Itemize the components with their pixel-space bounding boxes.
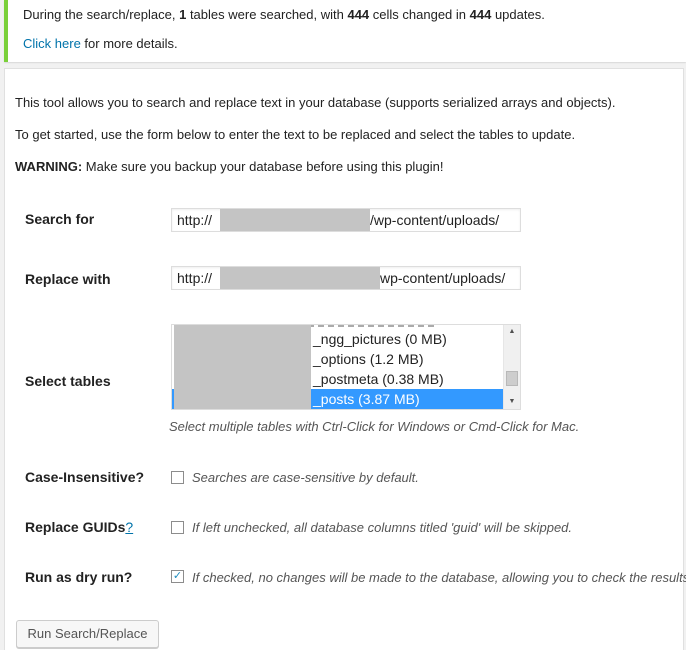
checkmark-icon: ✓ <box>172 570 183 582</box>
dry-run-hint: If checked, no changes will be made to t… <box>192 570 686 585</box>
case-insensitive-label: Case-Insensitive? <box>25 469 145 485</box>
case-insensitive-hint: Searches are case-sensitive by default. <box>192 470 419 485</box>
case-insensitive-checkbox[interactable] <box>171 471 184 484</box>
run-search-replace-button[interactable]: Run Search/Replace <box>16 620 159 648</box>
replace-guids-checkbox[interactable] <box>171 521 184 534</box>
scroll-up-icon[interactable]: ▲ <box>504 325 520 339</box>
tables-select[interactable]: _ngg_pictures (0 MB) _options (1.2 MB) _… <box>171 324 521 410</box>
intro-instructions: To get started, use the form below to en… <box>15 127 576 142</box>
notice-summary: During the search/replace, 1 tables were… <box>23 7 545 22</box>
scroll-down-icon[interactable]: ▼ <box>504 395 520 409</box>
redacted-domain <box>220 267 380 289</box>
scroll-thumb[interactable] <box>506 371 518 386</box>
replace-guids-hint: If left unchecked, all database columns … <box>192 520 573 535</box>
replace-with-label: Replace with <box>25 271 111 287</box>
backup-warning: WARNING: Make sure you backup your datab… <box>15 159 444 174</box>
select-tables-label: Select tables <box>25 373 111 389</box>
select-tables-hint: Select multiple tables with Ctrl-Click f… <box>169 419 580 434</box>
dry-run-checkbox[interactable]: ✓ <box>171 570 184 583</box>
search-for-label: Search for <box>25 211 95 227</box>
details-link[interactable]: Click here <box>23 36 81 51</box>
search-for-input[interactable]: http:// /wp-content/uploads/ <box>171 208 521 232</box>
replace-guids-label: Replace GUIDs? <box>25 519 134 535</box>
dry-run-label: Run as dry run? <box>25 569 133 585</box>
search-replace-panel: This tool allows you to search and repla… <box>4 68 686 650</box>
update-notice: During the search/replace, 1 tables were… <box>4 0 686 62</box>
notice-details: Click here for more details. <box>23 36 178 51</box>
tables-scrollbar[interactable]: ▲ ▼ <box>503 325 520 409</box>
guids-help-link[interactable]: ? <box>125 519 133 535</box>
redacted-domain <box>220 209 370 231</box>
redacted-table-prefix <box>174 325 311 409</box>
replace-with-input[interactable]: http:// wp-content/uploads/ <box>171 266 521 290</box>
intro-description: This tool allows you to search and repla… <box>15 95 616 110</box>
